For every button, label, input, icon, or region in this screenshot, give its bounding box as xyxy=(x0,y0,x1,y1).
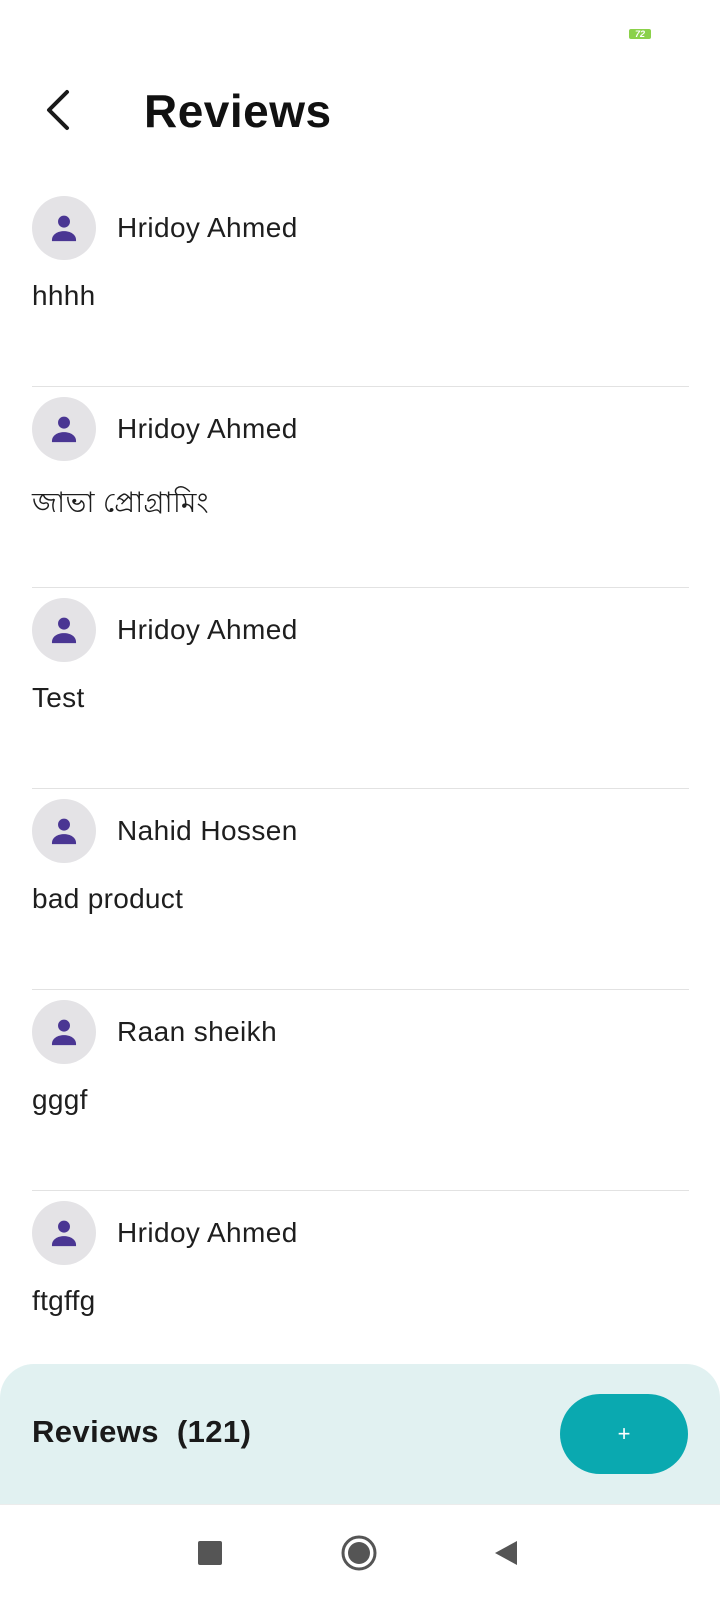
review-comment: hhhh xyxy=(32,280,96,311)
battery-level: 72 xyxy=(634,29,645,39)
reviewer-name: Nahid Hossen xyxy=(117,815,298,846)
review-item: Hridoy Ahmed জাভা প্রোগ্রামিং xyxy=(32,387,689,588)
back-nav-button[interactable] xyxy=(486,1533,526,1573)
recents-button[interactable] xyxy=(190,1533,230,1573)
review-item: Nahid Hossen bad product xyxy=(32,789,689,990)
avatar xyxy=(32,598,96,662)
person-icon xyxy=(51,416,77,443)
reviewer-name: Hridoy Ahmed xyxy=(117,212,298,243)
review-comment: gggf xyxy=(32,1084,88,1115)
add-review-button[interactable]: + xyxy=(560,1394,688,1474)
avatar xyxy=(32,799,96,863)
avatar xyxy=(32,1000,96,1064)
review-item: Raan sheikh gggf xyxy=(32,990,689,1191)
plus-icon: + xyxy=(617,1421,631,1446)
reviews-footer-panel: Reviews (121) + xyxy=(0,1364,720,1504)
page-title: Reviews xyxy=(144,85,332,137)
avatar xyxy=(32,1201,96,1265)
reviews-count: (121) xyxy=(176,1414,252,1449)
person-icon xyxy=(51,1019,77,1046)
review-comment: bad product xyxy=(32,883,184,914)
chevron-left-icon xyxy=(47,90,69,130)
back-button[interactable] xyxy=(30,82,86,138)
status-bar: 72 xyxy=(0,0,720,60)
home-circle-icon xyxy=(341,1535,377,1571)
person-icon xyxy=(51,818,77,845)
reviewer-name: Raan sheikh xyxy=(117,1016,278,1047)
reviews-label: Reviews xyxy=(32,1414,159,1449)
person-icon xyxy=(51,617,77,644)
system-nav-bar xyxy=(0,1504,720,1601)
home-button[interactable] xyxy=(339,1533,379,1573)
reviewer-name: Hridoy Ahmed xyxy=(117,1217,298,1248)
review-item: Hridoy Ahmed hhhh xyxy=(32,186,689,387)
reviews-count-label: Reviews (121) xyxy=(32,1414,251,1450)
review-comment: জাভা প্রোগ্রামিং xyxy=(32,487,209,518)
back-triangle-icon xyxy=(495,1541,517,1565)
review-item: Hridoy Ahmed ftgffg xyxy=(32,1191,689,1392)
battery-icon: 72 xyxy=(629,29,651,39)
reviewer-name: Hridoy Ahmed xyxy=(117,614,298,645)
person-icon xyxy=(51,215,77,242)
app-bar: Reviews xyxy=(0,70,720,152)
review-comment: ftgffg xyxy=(32,1285,96,1316)
avatar xyxy=(32,196,96,260)
reviewer-name: Hridoy Ahmed xyxy=(117,413,298,444)
review-list[interactable]: Hridoy Ahmed hhhh Hridoy Ahmed জাভা প্রো… xyxy=(32,186,689,1392)
review-comment: Test xyxy=(32,682,85,713)
person-icon xyxy=(51,1220,77,1247)
recents-square-icon xyxy=(198,1541,222,1565)
review-item: Hridoy Ahmed Test xyxy=(32,588,689,789)
avatar xyxy=(32,397,96,461)
